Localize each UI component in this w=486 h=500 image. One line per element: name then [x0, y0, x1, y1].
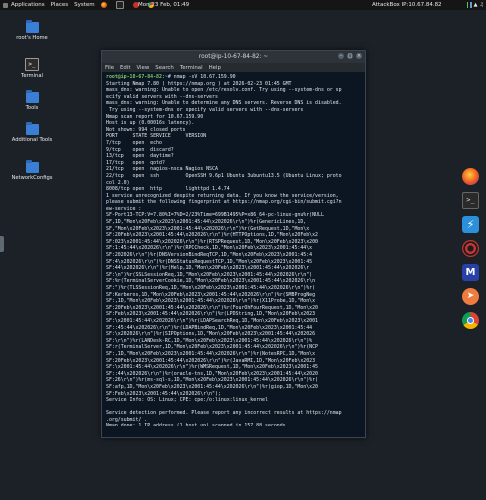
firefox-icon[interactable]: [462, 168, 479, 185]
network-icon: ▲: [473, 2, 478, 8]
metasploit-icon[interactable]: M: [462, 264, 479, 281]
maximize-button[interactable]: □: [347, 53, 353, 59]
volume-icon: ♫: [479, 2, 484, 8]
menu-view[interactable]: View: [136, 65, 149, 71]
desktop-icon-tools[interactable]: Tools: [2, 90, 62, 111]
desktop-icon-label: Additional Tools: [11, 137, 53, 143]
desktop-icon-terminal[interactable]: >_ Terminal: [2, 58, 62, 79]
app-dock: >_ ⚡ M ➤: [459, 168, 483, 336]
launcher-firefox[interactable]: [100, 0, 110, 10]
folder-icon: [25, 160, 39, 173]
terminal-window[interactable]: root@ip-10-67-84-82: ~ – □ × File Edit V…: [101, 50, 366, 438]
minimize-button[interactable]: –: [338, 53, 344, 59]
folder-icon: [25, 90, 39, 103]
menu-edit[interactable]: Edit: [120, 65, 130, 71]
desktop-icon-home[interactable]: root's Home: [2, 20, 62, 41]
desktop-icon-label: Tools: [25, 105, 39, 111]
terminal-icon: >_: [25, 58, 39, 71]
desktop-icon-networkconfigs[interactable]: NetworkConfigs: [2, 160, 62, 181]
system-label: System: [74, 2, 95, 8]
applications-icon: [3, 2, 8, 8]
terminal-menubar: File Edit View Search Terminal Help: [102, 63, 365, 72]
desktop-icon-label: Terminal: [21, 73, 43, 79]
window-titlebar[interactable]: root@ip-10-67-84-82: ~ – □ ×: [102, 51, 365, 63]
command-output: Starting Nmap 7.80 ( https://nmap.org ) …: [106, 80, 342, 426]
side-panel-handle[interactable]: [0, 236, 4, 252]
applications-menu[interactable]: Applications: [0, 0, 45, 10]
prompt-path: ~: [164, 74, 168, 80]
desktop-icon-label: root's Home: [16, 35, 48, 41]
window-title: root@ip-10-67-84-82: ~: [198, 54, 269, 60]
places-label: Places: [50, 2, 69, 8]
close-button[interactable]: ×: [356, 53, 362, 59]
clock[interactable]: Mon 23 Feb, 01:49: [138, 2, 189, 8]
menu-file[interactable]: File: [105, 65, 114, 71]
prompt-user: root@ip-10-67-84-82: [106, 74, 162, 80]
lightning-icon[interactable]: ⚡: [462, 216, 479, 233]
compass-icon[interactable]: ➤: [462, 288, 479, 305]
applications-label: Applications: [11, 2, 45, 8]
system-menu[interactable]: System: [74, 0, 95, 10]
scrollbar[interactable]: [361, 72, 364, 432]
command-text: nmap -sV 10.67.159.90: [173, 74, 236, 80]
terminal-icon[interactable]: >_: [462, 192, 479, 209]
folder-icon: [25, 20, 39, 33]
firefox-icon: [100, 2, 107, 8]
desktop-icon-additional-tools[interactable]: Additional Tools: [2, 122, 62, 143]
desktop-icon-label: NetworkConfigs: [11, 175, 53, 181]
terminal-icon: [115, 1, 124, 9]
chrome-icon[interactable]: [462, 312, 479, 329]
top-panel: Applications Places System Mon 23 Feb, 0…: [0, 0, 486, 10]
terminal-content[interactable]: root@ip-10-67-84-82:~# nmap -sV 10.67.15…: [102, 72, 365, 426]
system-tray[interactable]: ▲ ♫: [467, 2, 484, 8]
folder-icon: [25, 122, 39, 135]
menu-help[interactable]: Help: [209, 65, 221, 71]
target-icon[interactable]: [462, 240, 479, 257]
mem-bar: [470, 2, 472, 8]
menu-terminal[interactable]: Terminal: [180, 65, 203, 71]
places-menu[interactable]: Places: [51, 0, 69, 10]
menu-search[interactable]: Search: [155, 65, 174, 71]
attackbox-ip: AttackBox IP:10.67.84.82: [372, 2, 442, 8]
cpu-bar: [467, 2, 469, 8]
launcher-terminal[interactable]: [115, 0, 127, 10]
